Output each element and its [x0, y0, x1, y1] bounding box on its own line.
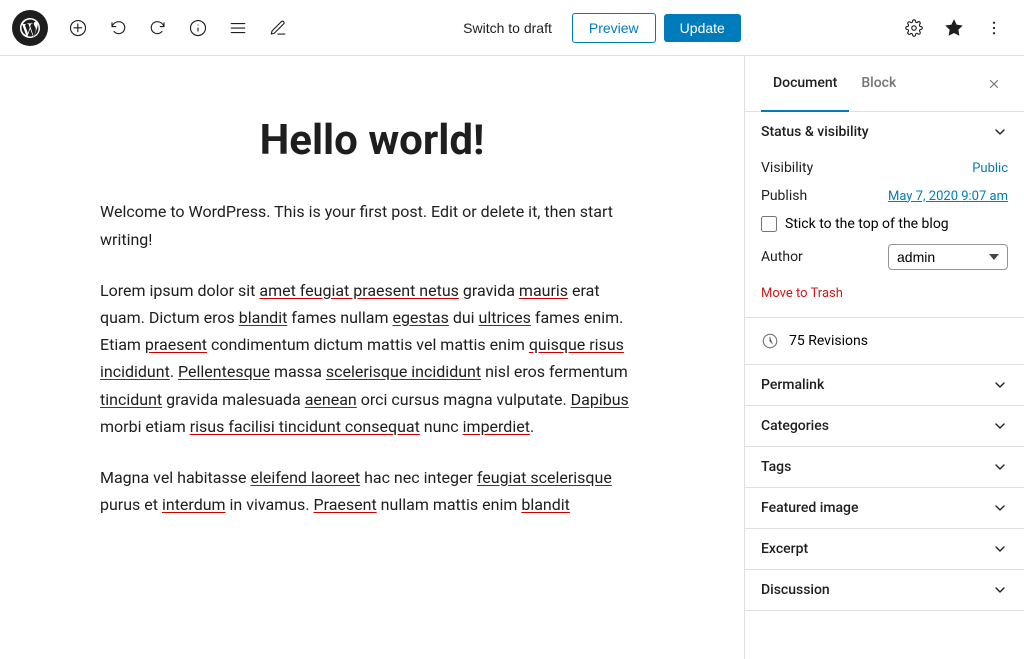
undo-icon	[109, 19, 127, 37]
sticky-row: Stick to the top of the blog	[761, 216, 1008, 232]
toolbar-left	[12, 10, 296, 46]
move-to-trash-link[interactable]: Move to Trash	[761, 286, 843, 301]
featured-image-title: Featured image	[761, 500, 859, 516]
revisions-label: 75 Revisions	[789, 333, 868, 349]
tools-icon	[269, 19, 287, 37]
status-visibility-title: Status & visibility	[761, 124, 869, 140]
visibility-label: Visibility	[761, 160, 813, 176]
author-label: Author	[761, 249, 803, 265]
chevron-down-icon	[992, 541, 1008, 557]
update-button[interactable]: Update	[664, 14, 741, 42]
featured-image-section: Featured image	[745, 488, 1024, 529]
categories-section: Categories	[745, 406, 1024, 447]
revisions-icon	[761, 332, 779, 350]
excerpt-section: Excerpt	[745, 529, 1024, 570]
tab-block[interactable]: Block	[849, 56, 908, 112]
paragraph-2[interactable]: Lorem ipsum dolor sit amet feugiat praes…	[100, 277, 644, 440]
status-visibility-content: Visibility Public Publish May 7, 2020 9:…	[745, 152, 1024, 317]
list-view-icon	[229, 19, 247, 37]
add-icon	[69, 19, 87, 37]
publish-label: Publish	[761, 188, 807, 204]
paragraph-3[interactable]: Magna vel habitasse eleifend laoreet hac…	[100, 464, 644, 518]
chevron-down-icon	[992, 418, 1008, 434]
publish-date[interactable]: May 7, 2020 9:07 am	[888, 189, 1008, 204]
sidebar-close-button[interactable]	[980, 70, 1008, 98]
chevron-down-icon	[992, 582, 1008, 598]
close-icon	[987, 77, 1001, 91]
info-icon	[189, 19, 207, 37]
toolbar-right	[896, 10, 1012, 46]
sidebar-body: Status & visibility Visibility Public Pu…	[745, 112, 1024, 611]
sticky-checkbox[interactable]	[761, 216, 777, 232]
publish-row: Publish May 7, 2020 9:07 am	[761, 188, 1008, 204]
categories-title: Categories	[761, 418, 829, 434]
more-options-icon	[985, 19, 1003, 37]
excerpt-header[interactable]: Excerpt	[745, 529, 1024, 569]
tools-button[interactable]	[260, 10, 296, 46]
settings-icon	[905, 19, 923, 37]
editor-area[interactable]: Hello world! Welcome to WordPress. This …	[0, 56, 744, 659]
post-content[interactable]: Welcome to WordPress. This is your first…	[100, 198, 644, 518]
info-button[interactable]	[180, 10, 216, 46]
preview-button[interactable]: Preview	[572, 13, 656, 43]
toolbar: Switch to draft Preview Update	[0, 0, 1024, 56]
redo-button[interactable]	[140, 10, 176, 46]
chevron-up-icon	[992, 124, 1008, 140]
redo-icon	[149, 19, 167, 37]
tab-document[interactable]: Document	[761, 56, 849, 112]
visibility-row: Visibility Public	[761, 160, 1008, 176]
status-visibility-header[interactable]: Status & visibility	[745, 112, 1024, 152]
permalink-section: Permalink	[745, 365, 1024, 406]
more-options-button[interactable]	[976, 10, 1012, 46]
chevron-down-icon	[992, 459, 1008, 475]
visibility-value[interactable]: Public	[972, 161, 1008, 176]
featured-image-header[interactable]: Featured image	[745, 488, 1024, 528]
pin-icon	[945, 19, 963, 37]
tags-header[interactable]: Tags	[745, 447, 1024, 487]
wordpress-logo[interactable]	[12, 10, 48, 46]
sticky-label: Stick to the top of the blog	[785, 216, 949, 232]
revisions-section[interactable]: 75 Revisions	[745, 318, 1024, 365]
categories-header[interactable]: Categories	[745, 406, 1024, 446]
sidebar-header: Document Block	[745, 56, 1024, 112]
chevron-down-icon	[992, 500, 1008, 516]
undo-button[interactable]	[100, 10, 136, 46]
settings-button[interactable]	[896, 10, 932, 46]
list-view-button[interactable]	[220, 10, 256, 46]
add-button[interactable]	[60, 10, 96, 46]
discussion-header[interactable]: Discussion	[745, 570, 1024, 610]
tags-title: Tags	[761, 459, 791, 475]
discussion-section: Discussion	[745, 570, 1024, 611]
author-select[interactable]: admin	[888, 244, 1008, 270]
permalink-title: Permalink	[761, 377, 824, 393]
excerpt-title: Excerpt	[761, 541, 808, 557]
clock-icon	[761, 332, 779, 350]
discussion-title: Discussion	[761, 582, 830, 598]
paragraph-1[interactable]: Welcome to WordPress. This is your first…	[100, 198, 644, 252]
toolbar-center: Switch to draft Preview Update	[300, 13, 892, 43]
permalink-header[interactable]: Permalink	[745, 365, 1024, 405]
main-area: Hello world! Welcome to WordPress. This …	[0, 56, 1024, 659]
pin-button[interactable]	[936, 10, 972, 46]
tags-section: Tags	[745, 447, 1024, 488]
status-visibility-section: Status & visibility Visibility Public Pu…	[745, 112, 1024, 318]
switch-to-draft-button[interactable]: Switch to draft	[451, 14, 564, 42]
wp-logo-icon	[20, 18, 40, 38]
sidebar: Document Block Status & visibility Visib…	[744, 56, 1024, 659]
author-row: Author admin	[761, 244, 1008, 270]
post-title[interactable]: Hello world!	[100, 116, 644, 166]
chevron-down-icon	[992, 377, 1008, 393]
